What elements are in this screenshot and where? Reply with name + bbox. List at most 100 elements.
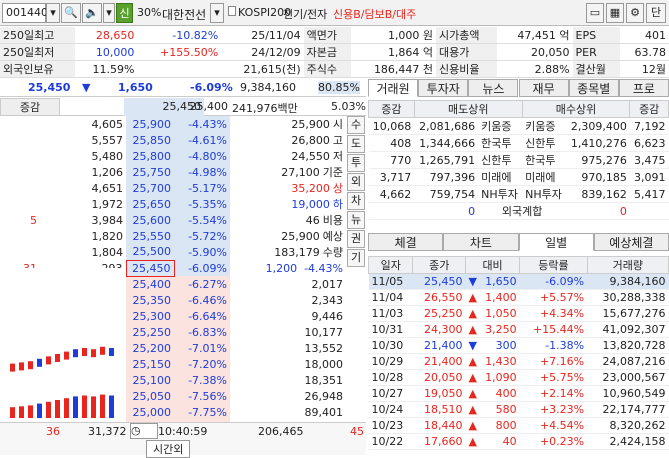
summary-number: 27,100	[281, 166, 320, 179]
bid-qty: 2,017	[311, 277, 344, 291]
footer-left: 36	[46, 425, 60, 438]
bid-qty: 89,401	[304, 405, 344, 419]
tab[interactable]: 재무	[518, 79, 569, 97]
tab[interactable]: 차트	[443, 233, 519, 251]
summary-value: 25,900 시	[230, 116, 346, 132]
date: 10/23	[368, 417, 413, 434]
down-arrow-icon: ▼	[468, 275, 477, 288]
bid-rate: -7.20%	[174, 356, 230, 372]
bid-price: 25,300	[126, 308, 174, 324]
speaker-icon[interactable]: 🔈	[82, 3, 102, 23]
clock-icon[interactable]: ◷	[130, 423, 158, 439]
bid-price: 25,050	[126, 388, 174, 404]
stock-code-input[interactable]: 001440	[2, 3, 48, 23]
ask-rate: -5.17%	[174, 180, 230, 196]
rate: +7.16%	[519, 353, 588, 370]
tab[interactable]: 일별	[518, 233, 594, 251]
col-header: 일자	[367, 256, 414, 274]
close: 18,440	[412, 417, 466, 434]
grid-icon[interactable]: ▦	[606, 3, 624, 23]
tab[interactable]: 투자자	[418, 79, 469, 97]
ask-row[interactable]: 1,206 25,750 -4.98% 27,100 기준	[0, 164, 346, 180]
bid-price: 25,150	[126, 356, 174, 372]
ask-row[interactable]: 1,820 25,550 -5.72% 25,900 예상	[0, 228, 346, 244]
rate: +4.34%	[519, 305, 588, 322]
broker-name[interactable]: 한국투	[522, 151, 567, 169]
single-button[interactable]: 단	[646, 3, 666, 23]
col-header: 종가	[412, 256, 466, 274]
broker-name[interactable]: 신한투	[478, 151, 523, 169]
side-button[interactable]: 뉴	[347, 211, 365, 229]
ask-qty: 1,820	[91, 229, 124, 243]
side-button[interactable]: 도	[347, 135, 365, 153]
ask-row[interactable]: 1,972 25,650 -5.35% 19,000 하	[0, 196, 346, 212]
rate: +0.23%	[519, 433, 588, 450]
close: 25,450	[412, 273, 466, 290]
ask-qty: 1,804	[91, 245, 124, 259]
side-button[interactable]: 기	[347, 249, 365, 267]
broker-name[interactable]: NH투자	[522, 185, 567, 203]
ask-incr	[0, 180, 40, 196]
ask-row[interactable]: 5,480 25,800 -4.80% 24,550 저	[0, 148, 346, 164]
info-date: 24/12/09	[221, 43, 304, 61]
ask-row[interactable]: 4,651 25,700 -5.17% 35,200 상	[0, 180, 346, 196]
price-change: 1,650	[118, 81, 153, 94]
ask-row[interactable]: 4,605 25,900 -4.43% 25,900 시	[0, 116, 346, 132]
candle	[37, 358, 42, 367]
info-row: 250일최저 10,000 +155.50% 24/12/09 자본금 1,864 억 대용…	[0, 43, 669, 61]
broker-name[interactable]: NH투자	[478, 185, 523, 203]
bid-qty: 1,410,276	[566, 134, 630, 152]
side-button[interactable]: 차	[347, 192, 365, 210]
info-label: 250일최저	[0, 43, 75, 61]
after-hours-button[interactable]: 시간외	[146, 440, 191, 458]
ask-row[interactable]: 5,557 25,850 -4.61% 26,800 고	[0, 132, 346, 148]
ask-row[interactable]: 5 3,984 25,600 -5.54% 46 비용	[0, 212, 346, 228]
ask-row[interactable]: 1,804 25,500 -5.90% 183,179 수량	[0, 244, 346, 260]
dropdown-icon[interactable]: ▾	[103, 3, 115, 23]
tab[interactable]: 프로	[618, 79, 669, 97]
gear-icon[interactable]: ⚙	[626, 3, 644, 23]
broker-name[interactable]: 키움증	[478, 117, 523, 135]
tab[interactable]: 뉴스	[468, 79, 519, 97]
search-icon[interactable]: 🔍	[61, 3, 81, 23]
ask-qty: 5,557	[91, 133, 124, 147]
volume: 8,320,262	[587, 417, 669, 434]
dropdown-icon[interactable]: ▾	[46, 3, 60, 23]
tab[interactable]: 예상체결	[593, 233, 669, 251]
side-button[interactable]: 투	[347, 154, 365, 172]
ask-incr: 10,068	[368, 117, 415, 135]
side-button[interactable]: 권	[347, 230, 365, 248]
trader-row: 3,717 797,396 미래에 미래에 970,185 3,091	[368, 168, 669, 186]
close: 24,300	[412, 321, 466, 338]
volume: 23,000,567	[587, 369, 669, 386]
checkbox[interactable]	[228, 6, 236, 16]
ask-incr: 3,717	[368, 168, 415, 186]
side-button[interactable]: 외	[347, 173, 365, 191]
rate: +4.54%	[519, 417, 588, 434]
broker-name[interactable]: 미래에	[522, 168, 567, 186]
summary-value: 25,900 예상	[230, 228, 346, 244]
history-row: 11/05 25,450 ▼ 1,650 -6.09% 9,384,160	[368, 273, 669, 290]
broker-name[interactable]: 신한투	[522, 134, 567, 152]
tab[interactable]: 거래원	[368, 79, 419, 97]
dropdown-icon[interactable]: ▾	[210, 3, 224, 23]
candle	[10, 363, 15, 372]
candle	[64, 351, 69, 360]
broker-name[interactable]: 미래에	[478, 168, 523, 186]
broker-name[interactable]: 한국투	[478, 134, 523, 152]
tab[interactable]: 체결	[368, 233, 444, 251]
up-arrow-icon: ▲	[468, 307, 477, 320]
ask-incr	[0, 116, 40, 132]
change-value: 300	[495, 339, 517, 352]
broker-name[interactable]: 키움증	[522, 117, 567, 135]
bid-price: 25,200	[126, 340, 174, 356]
tab[interactable]: 종목별	[568, 79, 619, 97]
summary-value: 19,000 하	[230, 196, 346, 212]
ask-price: 25,700	[126, 180, 174, 196]
summary-number: 183,179	[274, 246, 320, 259]
current-price: 25,450	[28, 81, 71, 94]
screen-icon[interactable]: ▭	[586, 3, 604, 23]
side-button[interactable]: 수	[347, 116, 365, 134]
stock-name: 대한전선	[162, 8, 207, 22]
col-header: 거래량	[586, 256, 669, 274]
